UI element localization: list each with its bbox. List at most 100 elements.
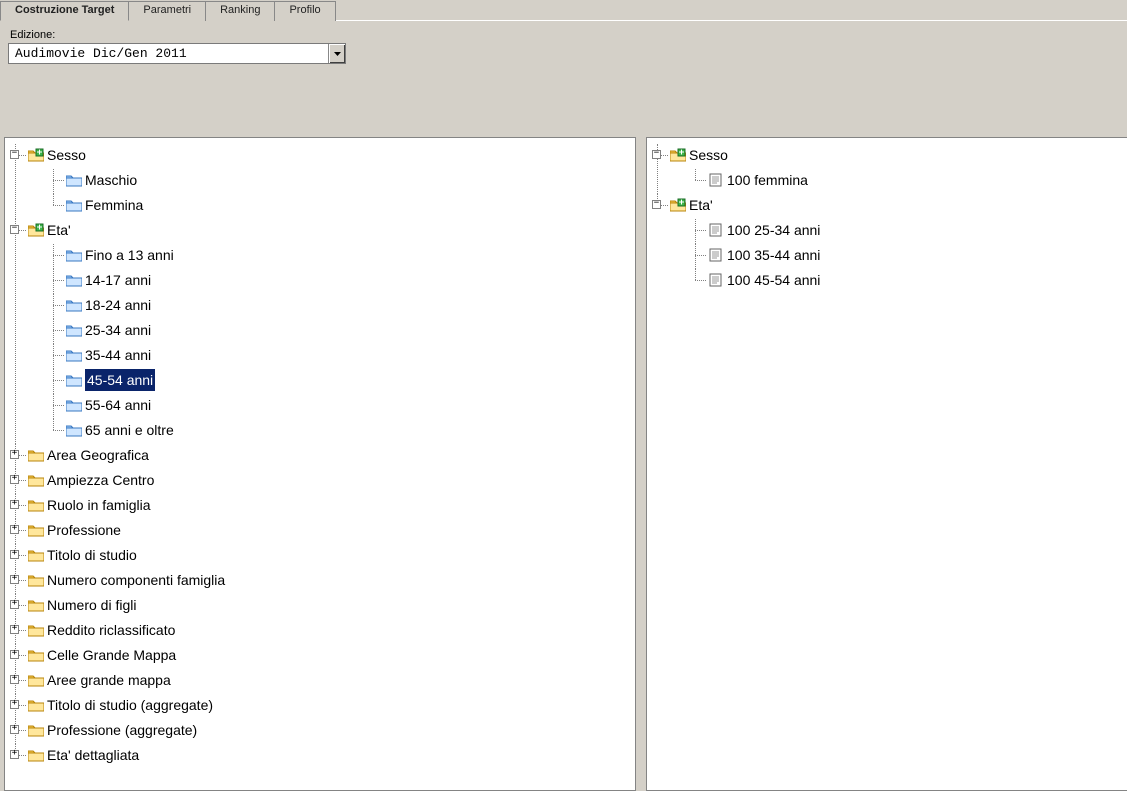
page-icon (708, 273, 724, 287)
tree-item-label: 65 anni e oltre (85, 419, 174, 441)
tree-item-label: 100 35-44 anni (727, 244, 820, 266)
target-tree-item[interactable]: 100 35-44 anni (708, 244, 820, 266)
source-tree-item[interactable]: Ampiezza Centro (28, 469, 154, 491)
tree-toggle[interactable] (10, 225, 19, 234)
source-tree-item[interactable]: Eta' (28, 219, 71, 241)
tree-item-label: 18-24 anni (85, 294, 151, 316)
source-tree-item[interactable]: Maschio (66, 169, 137, 191)
source-tree-item[interactable]: Fino a 13 anni (66, 244, 174, 266)
folder-blue-icon (66, 298, 82, 312)
folder-yellow-icon (28, 523, 44, 537)
tree-item-label: Professione (aggregate) (47, 719, 197, 741)
tree-item-label: Eta' (47, 219, 71, 241)
tab-parametri[interactable]: Parametri (129, 1, 206, 21)
folder-yellow-icon (28, 473, 44, 487)
tree-item-label: Fino a 13 anni (85, 244, 174, 266)
tree-item-label: Femmina (85, 194, 143, 216)
tree-toggle[interactable] (10, 625, 19, 634)
tree-toggle[interactable] (10, 600, 19, 609)
folder-blue-icon (66, 173, 82, 187)
source-tree-item[interactable]: Ruolo in famiglia (28, 494, 151, 516)
tree-toggle[interactable] (10, 525, 19, 534)
source-tree-item[interactable]: Titolo di studio (28, 544, 137, 566)
folder-yellow-icon (28, 573, 44, 587)
dropdown-arrow-button[interactable] (328, 44, 345, 63)
edition-value: Audimovie Dic/Gen 2011 (9, 44, 328, 63)
target-tree-item[interactable]: 100 45-54 anni (708, 269, 820, 291)
tree-toggle[interactable] (10, 475, 19, 484)
edition-dropdown[interactable]: Audimovie Dic/Gen 2011 (8, 43, 346, 64)
source-tree-item[interactable]: Professione (28, 519, 121, 541)
source-tree-item[interactable]: Numero componenti famiglia (28, 569, 225, 591)
folder-target-icon (670, 148, 686, 162)
tree-toggle[interactable] (10, 150, 19, 159)
tree-item-label: 100 45-54 anni (727, 269, 820, 291)
toolbar-area: Edizione: Audimovie Dic/Gen 2011 (0, 21, 1127, 137)
tree-toggle[interactable] (10, 500, 19, 509)
tree-item-label: 45-54 anni (85, 369, 155, 391)
tree-item-label: Numero componenti famiglia (47, 569, 225, 591)
tree-toggle[interactable] (652, 150, 661, 159)
folder-yellow-icon (28, 598, 44, 612)
tree-item-label: Titolo di studio (aggregate) (47, 694, 213, 716)
source-tree-item[interactable]: Professione (aggregate) (28, 719, 197, 741)
folder-yellow-icon (28, 498, 44, 512)
folder-target-icon (28, 223, 44, 237)
tree-toggle[interactable] (10, 575, 19, 584)
tree-toggle[interactable] (10, 450, 19, 459)
source-tree-item[interactable]: 35-44 anni (66, 344, 151, 366)
source-tree-item[interactable]: 25-34 anni (66, 319, 151, 341)
folder-blue-icon (66, 273, 82, 287)
panels: Sesso Maschio Femmina Eta' Fino a 13 anni 14-… (0, 137, 1127, 791)
source-tree-item[interactable]: 55-64 anni (66, 394, 151, 416)
folder-yellow-icon (28, 698, 44, 712)
tree-toggle[interactable] (10, 550, 19, 559)
source-tree-panel[interactable]: Sesso Maschio Femmina Eta' Fino a 13 anni 14-… (4, 137, 636, 791)
tree-item-label: Professione (47, 519, 121, 541)
target-tree-item[interactable]: Eta' (670, 194, 713, 216)
source-tree-item[interactable]: Eta' dettagliata (28, 744, 139, 766)
tree-toggle[interactable] (10, 750, 19, 759)
tab-costruzione-target[interactable]: Costruzione Target (0, 1, 129, 21)
source-tree-item[interactable]: Celle Grande Mappa (28, 644, 176, 666)
source-tree-item[interactable]: Sesso (28, 144, 86, 166)
source-tree-item[interactable]: Reddito riclassificato (28, 619, 175, 641)
folder-target-icon (28, 148, 44, 162)
source-tree-item[interactable]: 45-54 anni (66, 369, 155, 391)
tree-item-label: Area Geografica (47, 444, 149, 466)
page-icon (708, 173, 724, 187)
folder-yellow-icon (28, 723, 44, 737)
tree-item-label: 35-44 anni (85, 344, 151, 366)
tree-item-label: Aree grande mappa (47, 669, 171, 691)
target-tree-panel[interactable]: Sesso 100 femmina Eta' 100 25-34 anni 100 35… (646, 137, 1127, 791)
tree-toggle[interactable] (10, 675, 19, 684)
tab-profilo[interactable]: Profilo (275, 1, 335, 21)
tab-ranking[interactable]: Ranking (206, 1, 275, 21)
folder-yellow-icon (28, 448, 44, 462)
folder-target-icon (670, 198, 686, 212)
tree-item-label: Sesso (689, 144, 728, 166)
folder-blue-icon (66, 423, 82, 437)
target-tree-item[interactable]: Sesso (670, 144, 728, 166)
tree-toggle[interactable] (10, 725, 19, 734)
target-tree-item[interactable]: 100 25-34 anni (708, 219, 820, 241)
tree-toggle[interactable] (10, 650, 19, 659)
folder-yellow-icon (28, 623, 44, 637)
tree-item-label: Ampiezza Centro (47, 469, 154, 491)
folder-blue-icon (66, 198, 82, 212)
tree-toggle[interactable] (652, 200, 661, 209)
source-tree-item[interactable]: 14-17 anni (66, 269, 151, 291)
source-tree-item[interactable]: Numero di figli (28, 594, 136, 616)
source-tree-item[interactable]: Area Geografica (28, 444, 149, 466)
page-icon (708, 248, 724, 262)
target-tree-item[interactable]: 100 femmina (708, 169, 808, 191)
page-icon (708, 223, 724, 237)
source-tree-item[interactable]: Titolo di studio (aggregate) (28, 694, 213, 716)
source-tree-item[interactable]: Aree grande mappa (28, 669, 171, 691)
source-tree-item[interactable]: 65 anni e oltre (66, 419, 174, 441)
source-tree-item[interactable]: Femmina (66, 194, 143, 216)
tree-item-label: 100 25-34 anni (727, 219, 820, 241)
source-tree-item[interactable]: 18-24 anni (66, 294, 151, 316)
tree-toggle[interactable] (10, 700, 19, 709)
tree-item-label: 25-34 anni (85, 319, 151, 341)
